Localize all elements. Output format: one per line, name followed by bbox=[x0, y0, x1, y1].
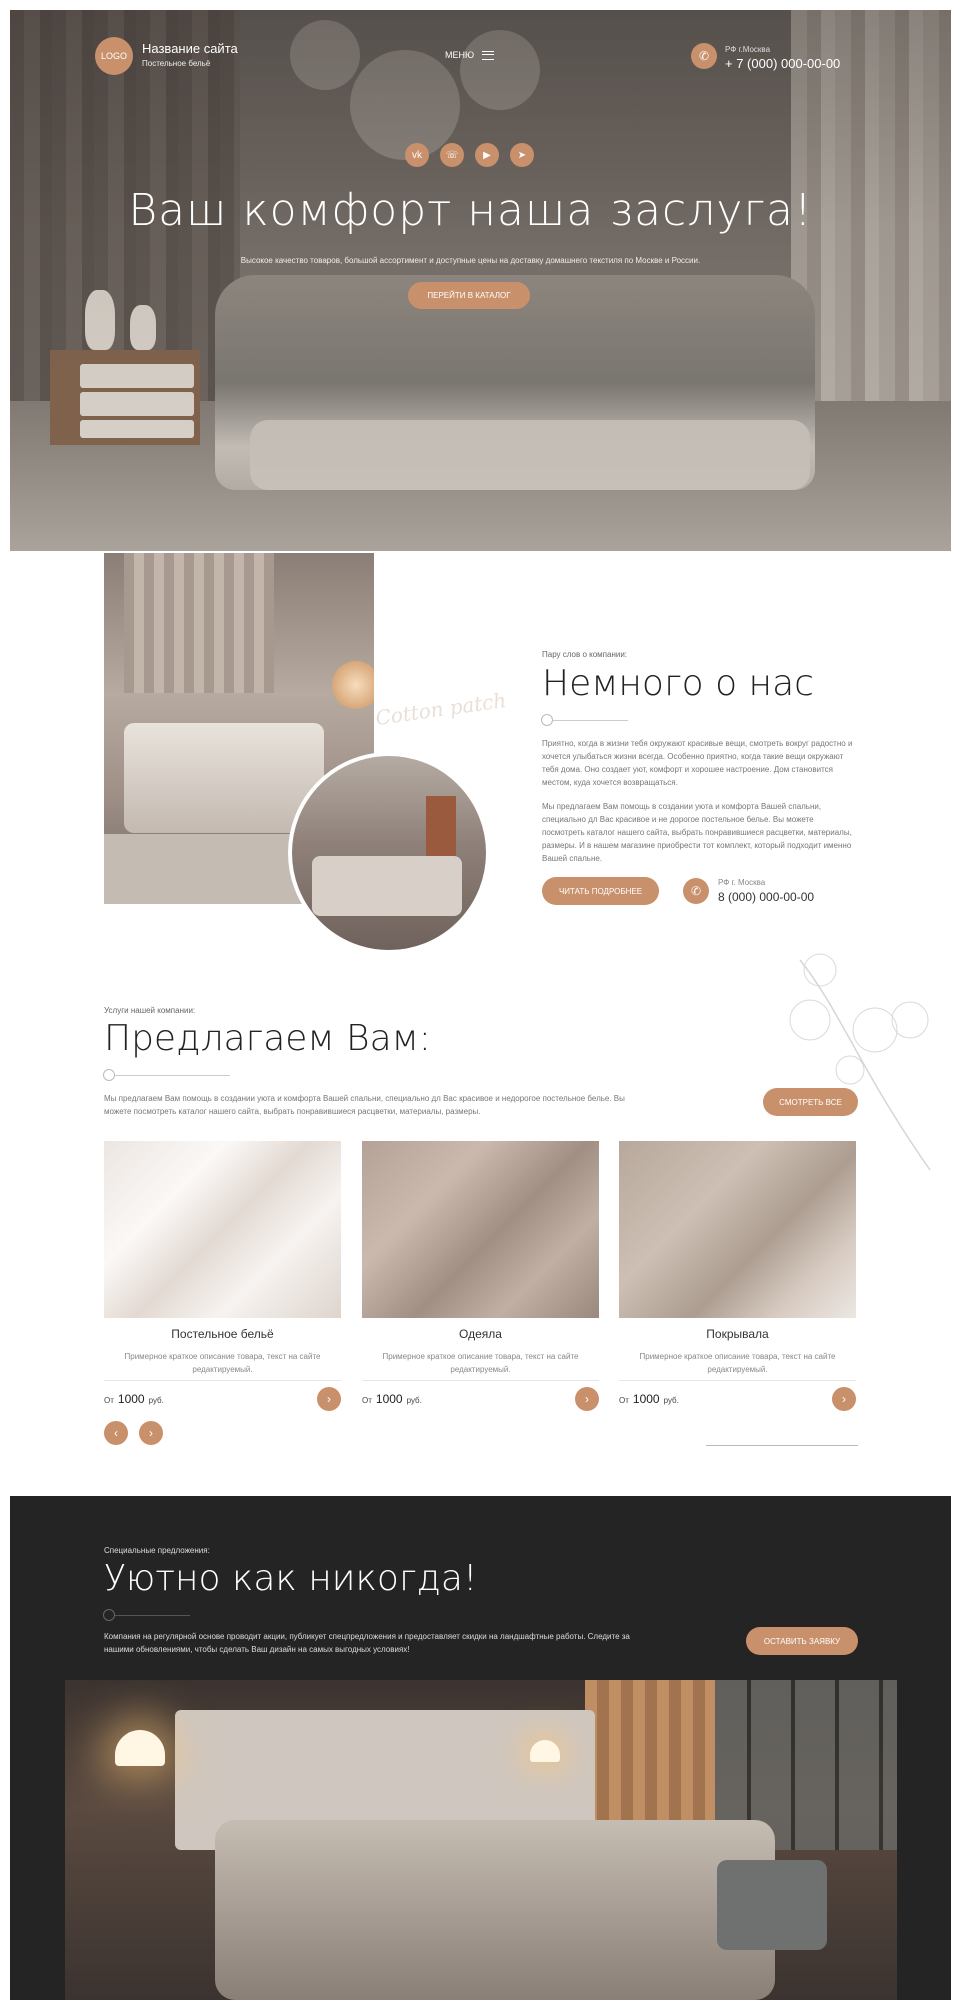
card-title[interactable]: Постельное бельё bbox=[104, 1327, 341, 1341]
special-image bbox=[65, 1680, 897, 2000]
card-price: От 1000 руб. bbox=[104, 1392, 164, 1406]
armchair bbox=[717, 1860, 827, 1950]
about-paragraph-2: Мы предлагаем Вам помощь в создании уюта… bbox=[542, 802, 852, 863]
card-arrow-button[interactable]: › bbox=[832, 1387, 856, 1411]
hero-title: Ваш комфорт наша заслуга! bbox=[128, 185, 813, 236]
card-arrow-button[interactable]: › bbox=[575, 1387, 599, 1411]
card-image-bedding[interactable] bbox=[104, 1141, 341, 1318]
card-title[interactable]: Одеяла bbox=[362, 1327, 599, 1341]
special-description: Компания на регулярной основе проводит а… bbox=[104, 1632, 630, 1654]
card-image-blankets[interactable] bbox=[362, 1141, 599, 1318]
menu-label: МЕНЮ bbox=[445, 50, 475, 60]
social-links: vk ☏ ▶ ➤ bbox=[405, 143, 534, 167]
card-description: Примерное краткое описание товара, текст… bbox=[124, 1352, 321, 1374]
deco-dot bbox=[103, 1609, 115, 1621]
cotton-decor: Cotton patch bbox=[373, 687, 508, 731]
about-pretitle: Пару слов о компании: bbox=[542, 650, 628, 659]
logo[interactable]: LOGO bbox=[95, 37, 133, 75]
deco-dot bbox=[541, 714, 553, 726]
menu-button[interactable]: МЕНЮ bbox=[445, 50, 495, 60]
card-title[interactable]: Покрывала bbox=[619, 1327, 856, 1341]
about-title: Немного о нас bbox=[542, 663, 814, 704]
card-description: Примерное краткое описание товара, текст… bbox=[382, 1352, 579, 1374]
hero-section bbox=[10, 10, 951, 551]
header-phone[interactable]: + 7 (000) 000-00-00 bbox=[725, 56, 840, 71]
card-price: От 1000 руб. bbox=[362, 1392, 422, 1406]
site-name[interactable]: Название сайта bbox=[142, 41, 238, 56]
price-from: От bbox=[104, 1396, 114, 1405]
price-currency: руб. bbox=[406, 1396, 422, 1405]
about-phone[interactable]: 8 (000) 000-00-00 bbox=[718, 890, 814, 904]
read-more-button[interactable]: ЧИТАТЬ ПОДРОБНЕЕ bbox=[542, 877, 659, 905]
card-image-bedspreads[interactable] bbox=[619, 1141, 856, 1318]
card-description: Примерное краткое описание товара, текст… bbox=[639, 1352, 836, 1374]
services-description: Мы предлагаем Вам помощь в создании уюта… bbox=[104, 1094, 625, 1116]
about-circle-image bbox=[288, 752, 490, 954]
youtube-icon[interactable]: ▶ bbox=[475, 143, 499, 167]
phone-icon[interactable]: ✆ bbox=[683, 878, 709, 904]
wall-lamp bbox=[332, 661, 374, 709]
price-value: 1000 bbox=[117, 1392, 145, 1406]
price-currency: руб. bbox=[148, 1396, 164, 1405]
services-pretitle: Услуги нашей компании: bbox=[104, 1006, 196, 1015]
slider-prev-button[interactable]: ‹ bbox=[104, 1421, 128, 1445]
card-arrow-button[interactable]: › bbox=[317, 1387, 341, 1411]
view-all-button[interactable]: СМОТРЕТЬ ВСЕ bbox=[763, 1088, 858, 1116]
slider-progress bbox=[706, 1445, 858, 1446]
about-city: РФ г. Москва bbox=[718, 878, 766, 887]
whatsapp-icon[interactable]: ☏ bbox=[440, 143, 464, 167]
price-value: 1000 bbox=[375, 1392, 403, 1406]
leave-request-button[interactable]: ОСТАВИТЬ ЗАЯВКУ bbox=[746, 1627, 858, 1655]
site-subtitle: Постельное бельё bbox=[142, 59, 211, 68]
hero-description: Высокое качество товаров, большой ассорт… bbox=[240, 256, 701, 265]
card-price: От 1000 руб. bbox=[619, 1392, 679, 1406]
vk-icon[interactable]: vk bbox=[405, 143, 429, 167]
special-title: Уютно как никогда! bbox=[104, 1558, 478, 1599]
services-title: Предлагаем Вам: bbox=[104, 1018, 431, 1059]
telegram-icon[interactable]: ➤ bbox=[510, 143, 534, 167]
price-currency: руб. bbox=[663, 1396, 679, 1405]
pendant-lamp bbox=[115, 1730, 165, 1766]
special-pretitle: Специальные предложения: bbox=[104, 1546, 210, 1555]
slider-next-button[interactable]: › bbox=[139, 1421, 163, 1445]
price-from: От bbox=[362, 1396, 372, 1405]
price-value: 1000 bbox=[632, 1392, 660, 1406]
about-paragraph-1: Приятно, когда в жизни тебя окружают кра… bbox=[542, 739, 853, 787]
phone-icon[interactable]: ✆ bbox=[691, 43, 717, 69]
catalog-button[interactable]: ПЕРЕЙТИ В КАТАЛОГ bbox=[408, 282, 530, 309]
pendant-lamp bbox=[530, 1740, 560, 1762]
header-city: РФ г.Москва bbox=[725, 45, 771, 54]
hamburger-icon bbox=[482, 50, 495, 60]
deco-dot bbox=[103, 1069, 115, 1081]
price-from: От bbox=[619, 1396, 629, 1405]
